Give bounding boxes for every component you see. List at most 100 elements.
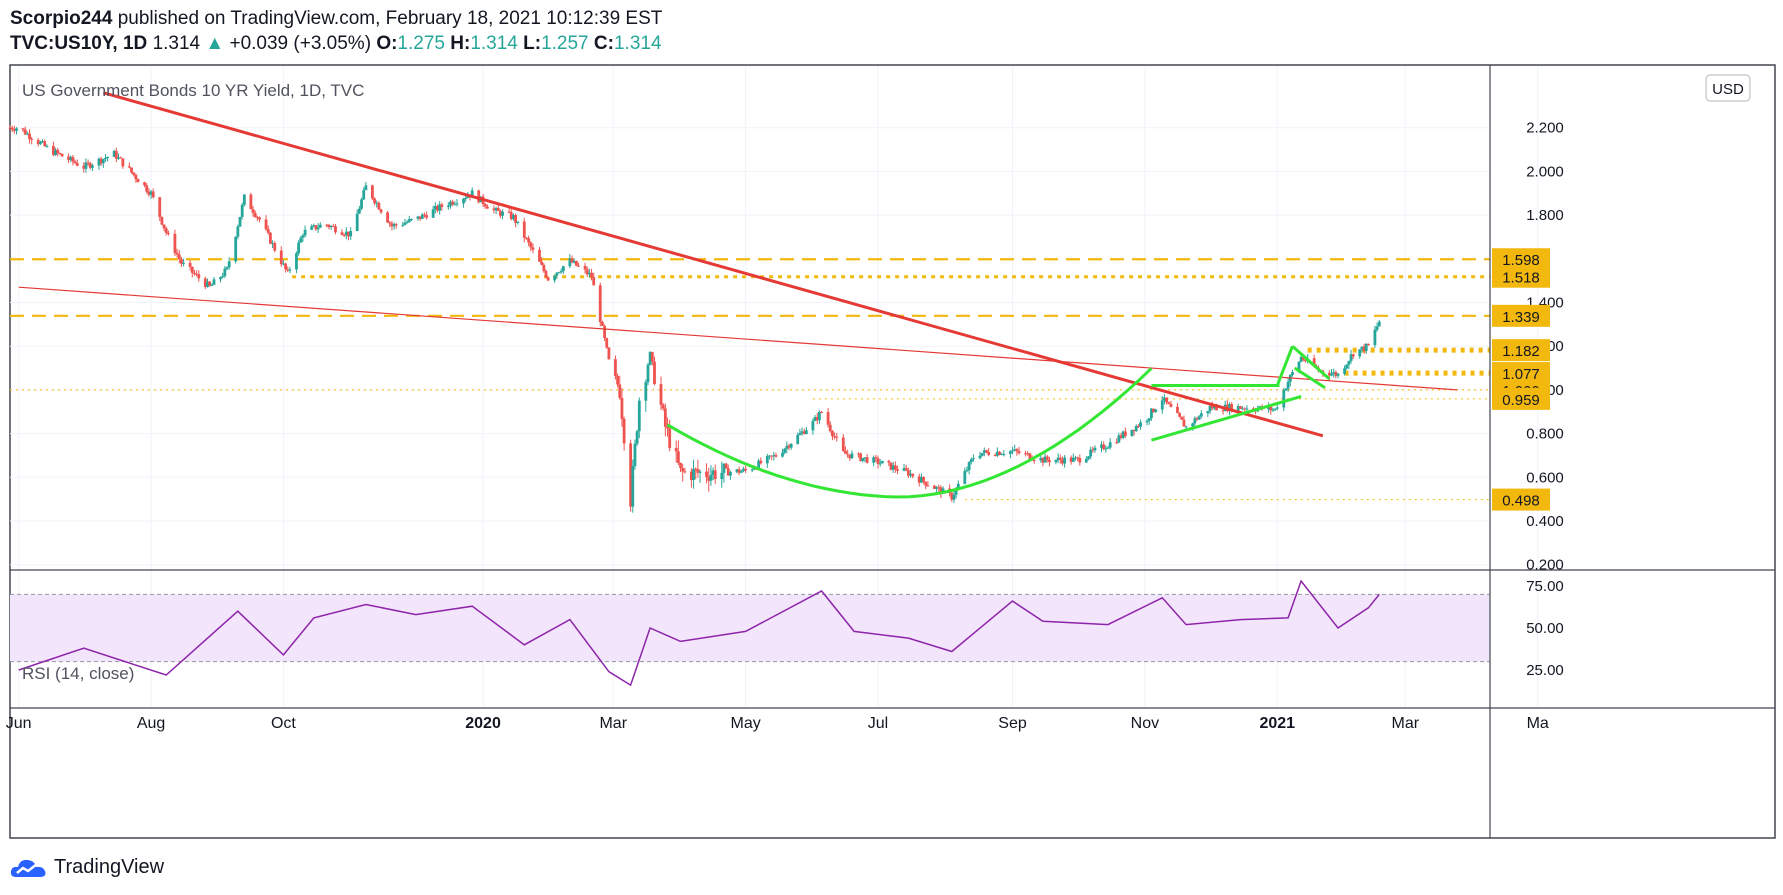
candle-body (1275, 407, 1279, 409)
candle-body (681, 467, 685, 472)
candle-body (501, 211, 504, 216)
candle-body (273, 242, 277, 251)
candle-body (242, 194, 246, 205)
level-label: 1.339 (1502, 309, 1540, 326)
candle-body (559, 271, 563, 273)
candle-body (692, 468, 695, 481)
candle-body (279, 250, 283, 265)
x-tick-label: Ma (1527, 715, 1549, 732)
candle-body (739, 471, 743, 473)
candle-body (1093, 447, 1097, 451)
candle-body (303, 229, 307, 236)
candle-body (145, 185, 149, 192)
candle-body (188, 262, 192, 267)
candle-body (1017, 451, 1021, 454)
candle-body (876, 458, 880, 464)
candle-body (349, 230, 353, 237)
candle-body (1139, 422, 1142, 427)
candle-body (10, 127, 14, 130)
candle-body (496, 208, 500, 211)
candle-body (557, 272, 561, 274)
candle-body (1045, 456, 1049, 460)
candle-body (865, 457, 869, 463)
y-tick-label: 0.400 (1526, 513, 1564, 530)
candle-body (1084, 458, 1088, 463)
currency-badge[interactable]: USD (1705, 74, 1751, 102)
candle-body (151, 191, 155, 198)
candle-body (553, 275, 557, 281)
candle-body (240, 204, 244, 217)
candle-body (101, 159, 105, 164)
candle-body (577, 265, 580, 267)
candle-body (106, 156, 110, 159)
candle-body (1184, 426, 1188, 428)
candle-body (781, 452, 784, 457)
candle-body (744, 468, 748, 471)
x-tick-label: Jun (6, 715, 32, 732)
candle-body (1206, 410, 1210, 414)
candle-body (104, 158, 107, 160)
candle-body (295, 253, 298, 270)
candle-body (1058, 457, 1062, 460)
candle-body (574, 260, 578, 266)
candle-body (219, 277, 222, 280)
candle-body (1291, 372, 1294, 375)
candle-body (1108, 442, 1112, 448)
candle-body (1178, 413, 1182, 417)
candle-body (874, 457, 878, 459)
candle-body (440, 204, 444, 208)
candle-body (1345, 364, 1349, 369)
y-tick-label: 2.200 (1526, 120, 1564, 137)
candle-body (266, 229, 270, 233)
candle-body (405, 221, 409, 223)
candle-body (21, 128, 25, 130)
candle-body (765, 456, 769, 464)
candle-body (1347, 361, 1351, 365)
candle-body (310, 226, 314, 230)
candle-body (236, 226, 240, 237)
candle-body (360, 199, 363, 209)
candle-body (831, 431, 834, 437)
candle-body (388, 222, 392, 224)
x-tick-label: Mar (1392, 715, 1420, 732)
candle-body (661, 404, 665, 409)
candle-body (234, 236, 238, 262)
candle-body (1343, 368, 1346, 374)
candle-body (614, 359, 617, 376)
candle-body (663, 408, 667, 427)
candle-body (896, 469, 899, 471)
candle-body (952, 494, 956, 500)
candle-body (1284, 388, 1288, 391)
candle-body (828, 424, 832, 432)
candle-body (1358, 349, 1362, 357)
candle-body (212, 279, 216, 285)
candle-body (410, 218, 413, 220)
candle-body (724, 463, 728, 469)
candle-body (544, 271, 548, 278)
candle-body (826, 412, 830, 425)
candle-body (75, 163, 79, 166)
candle-body (720, 472, 724, 480)
candle-body (616, 375, 619, 385)
candle-body (924, 481, 928, 486)
candle-body (637, 400, 641, 432)
tradingview-cloud-icon (10, 859, 46, 877)
x-tick-label: May (731, 715, 761, 732)
y-tick-label: 0.600 (1526, 469, 1564, 486)
candle-body (483, 204, 487, 207)
x-tick-label: Mar (599, 715, 627, 732)
candle-body (1087, 456, 1090, 459)
candle-body (190, 266, 194, 273)
x-tick-label: Oct (271, 715, 296, 732)
rsi-band-fill (10, 594, 1490, 662)
candle-body (182, 262, 185, 264)
candle-body (1367, 343, 1370, 346)
candle-body (464, 197, 468, 199)
rsi-tick-label: 50.00 (1526, 620, 1564, 637)
brand-logo[interactable]: TradingView (10, 856, 164, 879)
candle-body (370, 185, 374, 199)
candle-body (561, 266, 565, 272)
chart-canvas[interactable]: Jun Aug Oct 2020 Mar May Jul Sep Nov 2021 Mar Ma 2.2… (0, 0, 1783, 895)
candle-body (1199, 413, 1203, 417)
candle-body (455, 203, 459, 205)
